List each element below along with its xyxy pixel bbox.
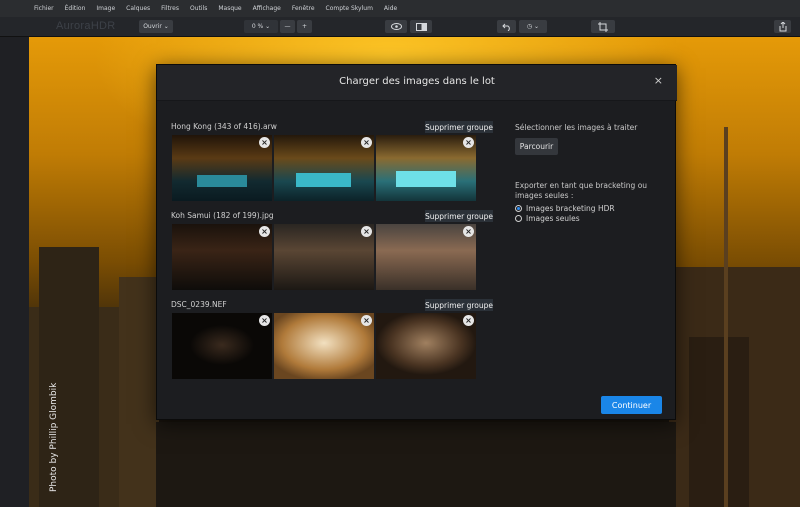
thumbnail[interactable]: × <box>172 313 272 379</box>
group-name: DSC_0239.NEF <box>171 300 227 309</box>
side-panel-strip <box>0 37 29 507</box>
remove-image-icon[interactable]: × <box>259 315 270 326</box>
app-logo: AuroraHDR <box>56 20 116 32</box>
crop-button[interactable] <box>591 20 615 33</box>
radio-unselected-icon[interactable] <box>515 215 522 222</box>
close-icon[interactable]: × <box>654 74 663 87</box>
option-single-label: Images seules <box>526 214 580 223</box>
thumbnail[interactable]: × <box>172 135 272 201</box>
menu-image[interactable]: Image <box>96 5 115 12</box>
thumbnail[interactable]: × <box>376 224 476 290</box>
open-button[interactable]: Ouvrir ⌄ <box>139 20 173 33</box>
remove-image-icon[interactable]: × <box>361 226 372 237</box>
split-view-icon <box>415 22 427 31</box>
thumbnail[interactable]: × <box>274 224 374 290</box>
menu-aide[interactable]: Aide <box>384 5 397 12</box>
menu-masque[interactable]: Masque <box>218 5 241 12</box>
option-single-images[interactable]: Images seules <box>515 214 580 223</box>
thumbnail[interactable]: × <box>274 135 374 201</box>
option-hdr-label: Images bracketing HDR <box>526 204 615 213</box>
undo-button[interactable] <box>497 20 516 33</box>
thumbnail[interactable]: × <box>376 135 476 201</box>
building <box>119 277 159 507</box>
select-images-label: Sélectionner les images à traiter <box>515 123 638 132</box>
menu-edition[interactable]: Édition <box>65 5 86 12</box>
menu-bar: Fichier Édition Image Calques Filtres Ou… <box>0 0 800 17</box>
menu-outils[interactable]: Outils <box>190 5 207 12</box>
menu-compte-skylum[interactable]: Compte Skylum <box>326 5 373 12</box>
remove-image-icon[interactable]: × <box>259 226 270 237</box>
toolbar: AuroraHDR Ouvrir ⌄ 0 % ⌄ — + ◷ ⌄ <box>0 17 800 37</box>
menu-filtres[interactable]: Filtres <box>161 5 179 12</box>
remove-group-button[interactable]: Supprimer groupe <box>425 210 493 222</box>
group-name: Hong Kong (343 of 416).arw <box>171 122 277 131</box>
remove-group-button[interactable]: Supprimer groupe <box>425 299 493 311</box>
share-button[interactable] <box>774 20 791 33</box>
export-mode-label: Exporter en tant que bracketing ou <box>515 181 648 190</box>
radio-selected-icon[interactable] <box>515 205 522 212</box>
building <box>39 247 99 507</box>
dialog-title: Charger des images dans le lot <box>339 76 495 87</box>
menu-calques[interactable]: Calques <box>126 5 150 12</box>
remove-image-icon[interactable]: × <box>463 226 474 237</box>
batch-load-dialog: Charger des images dans le lot × Hong Ko… <box>156 64 677 420</box>
export-mode-label-2: images seules : <box>515 191 574 200</box>
building <box>724 127 728 507</box>
thumbnail[interactable]: × <box>274 313 374 379</box>
zoom-dropdown[interactable]: 0 % ⌄ <box>244 20 278 33</box>
undo-icon <box>501 23 510 31</box>
zoom-out-button[interactable]: — <box>280 20 295 33</box>
preview-eye-button[interactable] <box>385 20 407 33</box>
remove-image-icon[interactable]: × <box>259 137 270 148</box>
building <box>156 422 676 507</box>
remove-image-icon[interactable]: × <box>463 137 474 148</box>
continue-button[interactable]: Continuer <box>601 396 662 414</box>
menu-fichier[interactable]: Fichier <box>34 5 54 12</box>
remove-group-button[interactable]: Supprimer groupe <box>425 121 493 133</box>
building <box>689 337 749 507</box>
remove-image-icon[interactable]: × <box>463 315 474 326</box>
group-name: Koh Samui (182 of 199).jpg <box>171 211 274 220</box>
share-icon <box>779 21 786 31</box>
crop-icon <box>598 21 608 32</box>
eye-icon <box>390 23 402 30</box>
remove-image-icon[interactable]: × <box>361 137 372 148</box>
browse-button[interactable]: Parcourir <box>515 138 558 155</box>
zoom-in-button[interactable]: + <box>297 20 312 33</box>
menu-affichage[interactable]: Affichage <box>253 5 281 12</box>
dialog-header: Charger des images dans le lot × <box>157 65 677 101</box>
remove-image-icon[interactable]: × <box>361 315 372 326</box>
thumbnail[interactable]: × <box>376 313 476 379</box>
photo-credit: Photo by Phillip Glombik <box>49 382 59 492</box>
thumbnail[interactable]: × <box>172 224 272 290</box>
option-hdr-bracketing[interactable]: Images bracketing HDR <box>515 204 615 213</box>
menu-fenetre[interactable]: Fenêtre <box>292 5 315 12</box>
compare-button[interactable] <box>410 20 432 33</box>
history-dropdown[interactable]: ◷ ⌄ <box>519 20 547 33</box>
